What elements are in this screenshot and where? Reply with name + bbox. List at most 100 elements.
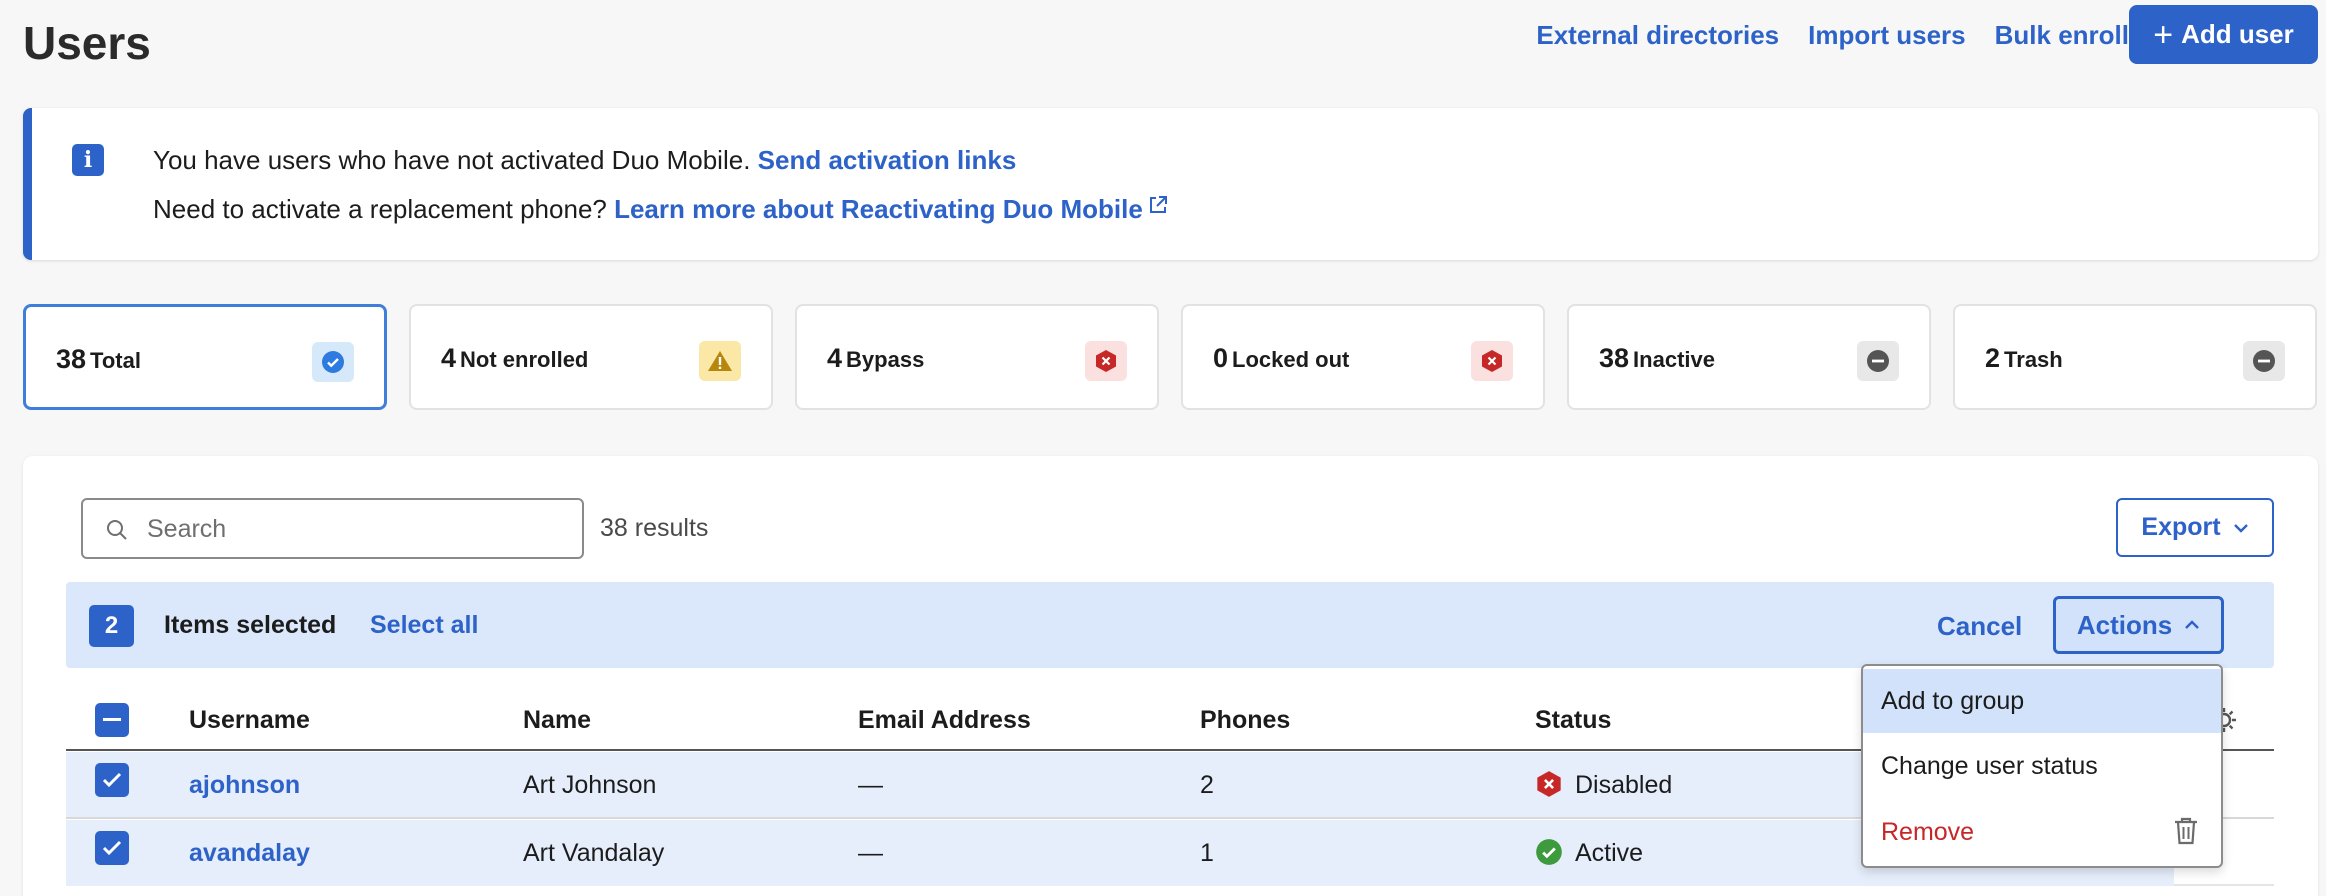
phones-cell: 2 xyxy=(1200,771,1214,799)
search-field[interactable] xyxy=(81,498,584,559)
stat-badge xyxy=(312,342,354,382)
row-checkbox[interactable] xyxy=(95,763,129,797)
name-cell: Art Johnson xyxy=(523,771,657,799)
reactivating-duo-mobile-link[interactable]: Learn more about Reactivating Duo Mobile xyxy=(614,194,1169,224)
menu-item-label: Change user status xyxy=(1881,751,2098,780)
stat-total-text: 38 Total xyxy=(56,344,141,375)
minus-circle-icon xyxy=(2253,350,2275,372)
banner-line-activation: You have users who have not activated Du… xyxy=(153,145,1016,176)
row-divider xyxy=(2174,884,2274,886)
banner-line-replacement: Need to activate a replacement phone? Le… xyxy=(153,194,1169,225)
activation-banner: i You have users who have not activated … xyxy=(23,108,2318,260)
stat-label: Trash xyxy=(2004,347,2063,372)
banner-activation-text: You have users who have not activated Du… xyxy=(153,145,751,175)
external-directories-link[interactable]: External directories xyxy=(1536,20,1779,51)
users-page: Users External directories Import users … xyxy=(0,0,2326,896)
stat-count: 4 xyxy=(827,343,843,373)
stat-count: 38 xyxy=(56,344,87,374)
selected-count-badge: 2 xyxy=(89,605,134,647)
select-all-checkbox[interactable] xyxy=(95,703,129,737)
stat-inactive-text: 38 Inactive xyxy=(1599,343,1715,374)
email-cell: — xyxy=(858,771,883,799)
status-cell: Disabled xyxy=(1535,771,1672,800)
plus-icon: + xyxy=(2153,15,2174,54)
import-users-link[interactable]: Import users xyxy=(1808,20,1966,51)
add-user-label: Add user xyxy=(2181,19,2294,49)
actions-button[interactable]: Actions xyxy=(2053,596,2224,654)
stat-card-bypass[interactable]: 4 Bypass xyxy=(795,304,1159,410)
minus-icon xyxy=(103,718,121,721)
menu-item-change-user-status[interactable]: Change user status xyxy=(1863,734,2221,798)
search-icon xyxy=(107,520,127,540)
username-link[interactable]: ajohnson xyxy=(189,771,300,800)
stat-badge xyxy=(2243,341,2285,381)
add-user-button[interactable]: + Add user xyxy=(2129,5,2318,64)
table-row[interactable] xyxy=(66,820,2174,886)
stat-count: 4 xyxy=(441,343,457,373)
menu-item-remove[interactable]: Remove xyxy=(1863,800,2221,864)
send-activation-links-link[interactable]: Send activation links xyxy=(758,145,1017,175)
select-all-link[interactable]: Select all xyxy=(370,611,478,640)
cancel-selection-link[interactable]: Cancel xyxy=(1937,611,2022,642)
warning-icon xyxy=(708,351,732,371)
stat-trash-text: 2 Trash xyxy=(1985,343,2063,374)
results-count: 38 results xyxy=(600,514,709,542)
check-icon xyxy=(102,840,122,856)
phones-cell: 1 xyxy=(1200,839,1214,867)
items-selected-label: Items selected xyxy=(164,611,337,639)
column-header-phones[interactable]: Phones xyxy=(1200,706,1290,735)
column-header-email[interactable]: Email Address xyxy=(858,706,1031,735)
menu-item-label: Add to group xyxy=(1881,686,2025,715)
menu-item-add-to-group[interactable]: Add to group xyxy=(1863,669,2221,733)
bulk-enroll-link[interactable]: Bulk enroll xyxy=(1995,20,2129,51)
name-cell: Art Vandalay xyxy=(523,839,665,867)
page-title: Users xyxy=(23,17,151,69)
stat-count: 0 xyxy=(1213,343,1229,373)
info-icon: i xyxy=(72,144,104,176)
stat-label: Bypass xyxy=(846,347,925,372)
external-link-icon xyxy=(1149,196,1167,213)
stat-card-trash[interactable]: 2 Trash xyxy=(1953,304,2317,410)
x-hexagon-icon xyxy=(1537,771,1561,798)
table-row[interactable] xyxy=(66,752,2174,818)
reactivating-link-label: Learn more about Reactivating Duo Mobile xyxy=(614,194,1143,224)
minus-circle-icon xyxy=(1867,350,1889,372)
stat-badge xyxy=(1471,341,1513,381)
status-label: Active xyxy=(1575,839,1644,867)
check-circle-icon xyxy=(322,351,344,373)
stat-not-enrolled-text: 4 Not enrolled xyxy=(441,343,588,374)
x-hexagon-icon xyxy=(1482,350,1502,372)
chevron-up-icon xyxy=(2185,620,2200,629)
stat-badge xyxy=(1085,341,1127,381)
stat-label: Inactive xyxy=(1633,347,1715,372)
check-icon xyxy=(102,772,122,788)
email-cell: — xyxy=(858,839,883,867)
status-label: Disabled xyxy=(1575,771,1673,799)
actions-label: Actions xyxy=(2076,609,2173,640)
actions-menu: Add to group Change user status Remove xyxy=(1861,664,2223,868)
check-circle-icon xyxy=(1536,839,1562,866)
column-header-username[interactable]: Username xyxy=(189,706,310,735)
menu-item-label: Remove xyxy=(1881,817,1975,846)
stat-bypass-text: 4 Bypass xyxy=(827,343,924,374)
column-header-name[interactable]: Name xyxy=(523,706,591,735)
stat-card-inactive[interactable]: 38 Inactive xyxy=(1567,304,1931,410)
stat-card-total[interactable]: 38 Total xyxy=(23,304,387,410)
status-cell: Active xyxy=(1535,839,1643,868)
x-hexagon-icon xyxy=(1096,350,1116,372)
stat-badge xyxy=(699,341,741,381)
row-checkbox[interactable] xyxy=(95,831,129,865)
column-header-status[interactable]: Status xyxy=(1535,706,1611,735)
stat-locked-out-text: 0 Locked out xyxy=(1213,343,1349,374)
stat-card-not-enrolled[interactable]: 4 Not enrolled xyxy=(409,304,773,410)
username-link[interactable]: avandalay xyxy=(189,839,310,868)
trash-icon xyxy=(2175,817,2197,845)
export-label: Export xyxy=(2141,513,2221,541)
chevron-down-icon xyxy=(2233,523,2248,533)
stat-label: Not enrolled xyxy=(460,347,589,372)
search-input[interactable] xyxy=(147,510,567,548)
stat-count: 2 xyxy=(1985,343,2001,373)
stat-label: Locked out xyxy=(1232,347,1350,372)
stat-card-locked-out[interactable]: 0 Locked out xyxy=(1181,304,1545,410)
export-button[interactable]: Export xyxy=(2116,498,2274,557)
